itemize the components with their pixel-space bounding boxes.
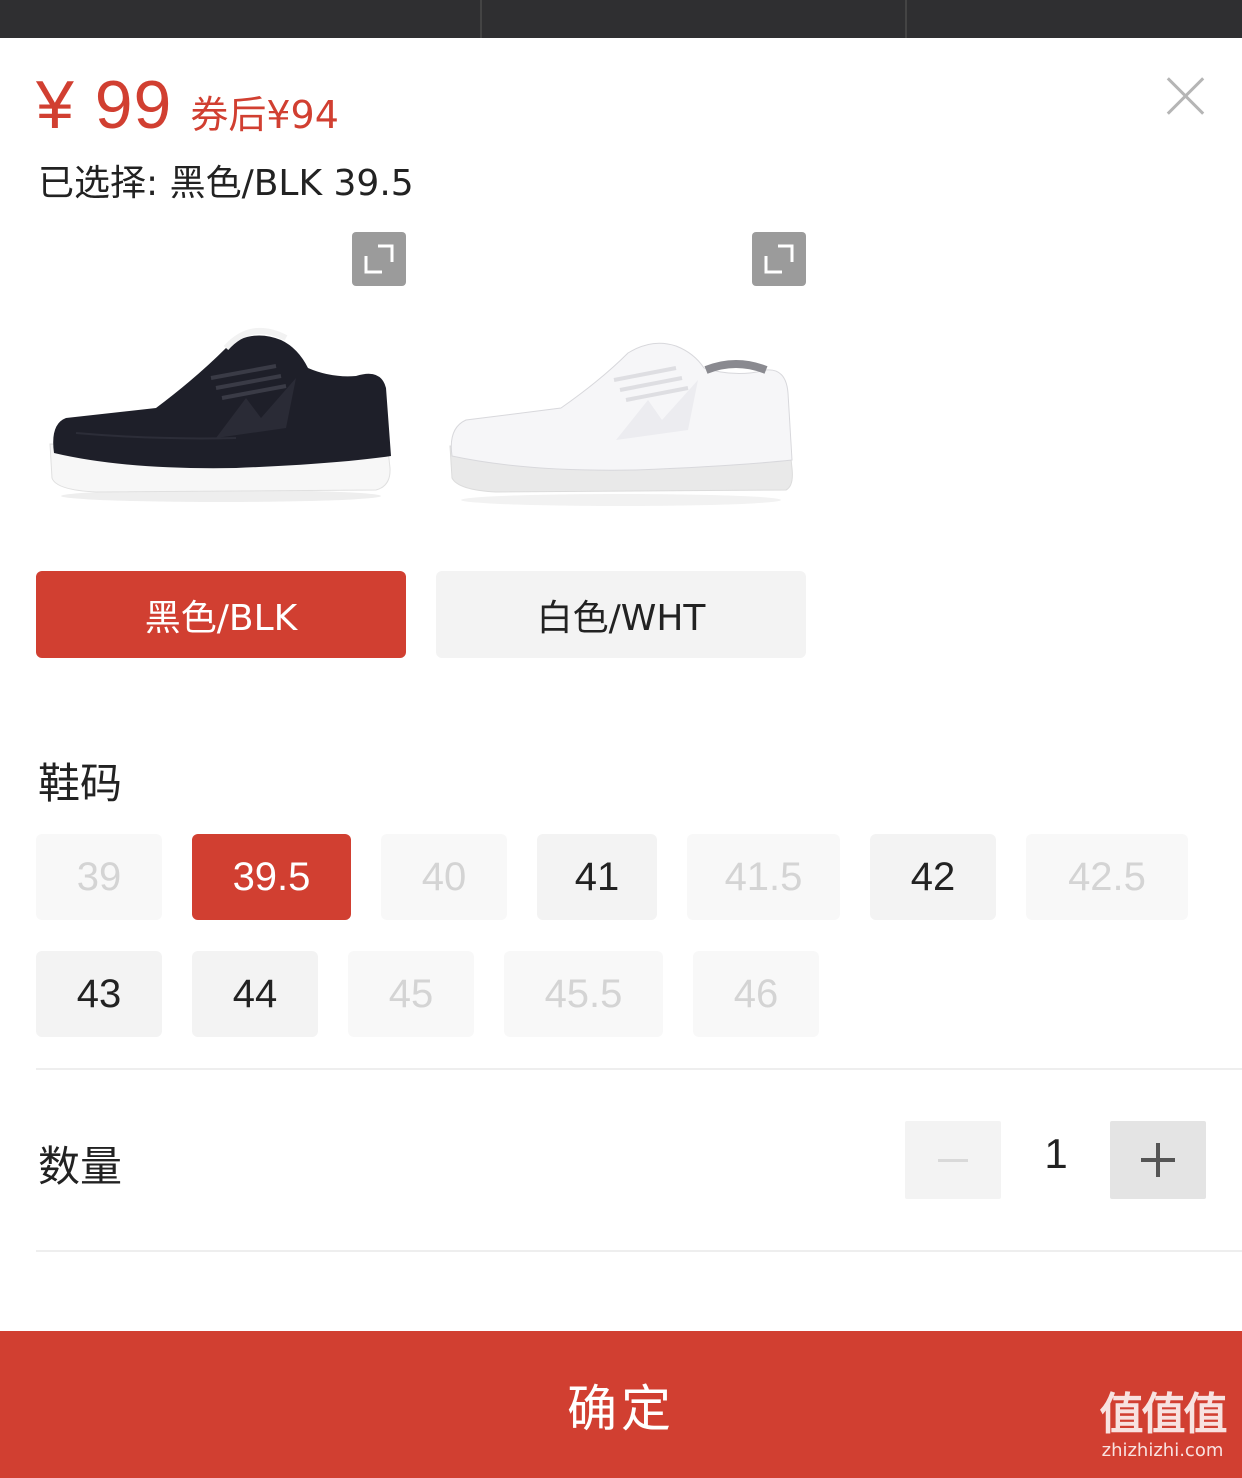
watermark-url: zhizhizhi.com [1101, 1440, 1224, 1461]
size-option-41[interactable]: 41 [537, 834, 657, 920]
expand-image-icon[interactable] [752, 232, 806, 286]
quantity-section-title: 数量 [38, 1142, 123, 1191]
size-option-45-5[interactable]: 45.5 [504, 951, 663, 1037]
backdrop-detail [480, 0, 482, 38]
size-option-42[interactable]: 42 [870, 834, 996, 920]
size-option-40[interactable]: 40 [381, 834, 507, 920]
price-row: ¥ 99 券后¥94 [36, 66, 339, 143]
watermark: 值值值 zhizhizhi.com [1090, 1390, 1235, 1470]
expand-image-icon[interactable] [352, 232, 406, 286]
size-option-44[interactable]: 44 [192, 951, 318, 1037]
quantity-value: 1 [1044, 1130, 1068, 1177]
selected-variant-text: 已选择: 黑色/BLK 39.5 [38, 163, 414, 204]
increase-quantity-button[interactable] [1110, 1121, 1206, 1199]
backdrop-detail [905, 0, 907, 38]
close-icon[interactable] [1164, 74, 1208, 118]
divider [36, 1068, 1242, 1070]
divider [36, 1250, 1242, 1252]
white-shoe-image[interactable] [436, 228, 806, 528]
decrease-quantity-button[interactable] [905, 1121, 1001, 1199]
size-option-39-5[interactable]: 39.5 [192, 834, 351, 920]
size-option-43[interactable]: 43 [36, 951, 162, 1037]
confirm-button[interactable]: 确定 [0, 1331, 1242, 1478]
black-shoe-image[interactable] [36, 228, 406, 528]
size-option-46[interactable]: 46 [693, 951, 819, 1037]
size-section-title: 鞋码 [38, 759, 123, 808]
color-option-black[interactable]: 黑色/BLK [36, 571, 406, 658]
watermark-logo: 值值值 [1099, 1389, 1228, 1440]
size-option-42-5[interactable]: 42.5 [1026, 834, 1188, 920]
coupon-price: 券后¥94 [190, 93, 339, 137]
sku-selector-sheet: ¥ 99 券后¥94 已选择: 黑色/BLK 39.5 黑色/BLK 白色/WH… [0, 38, 1242, 1478]
background-overlay [0, 0, 1242, 38]
size-option-41-5[interactable]: 41.5 [687, 834, 840, 920]
price: ¥ 99 [36, 67, 173, 143]
size-option-45[interactable]: 45 [348, 951, 474, 1037]
color-option-white[interactable]: 白色/WHT [436, 571, 806, 658]
size-option-39[interactable]: 39 [36, 834, 162, 920]
